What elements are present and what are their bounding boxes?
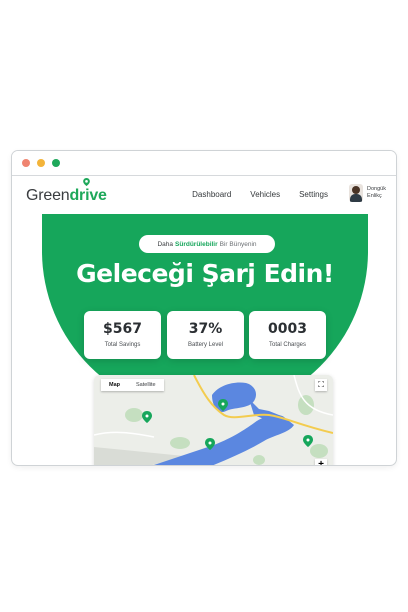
nav-settings[interactable]: Settings	[299, 190, 328, 199]
nav-dashboard[interactable]: Dashboard	[192, 190, 231, 199]
stat-value: 37%	[188, 321, 223, 337]
close-dot[interactable]	[22, 159, 30, 167]
stat-label: Battery Level	[187, 342, 224, 348]
minimize-dot[interactable]	[37, 159, 45, 167]
user-menu[interactable]: Dongük Enlikç	[349, 184, 386, 202]
logo[interactable]: Green drive	[26, 178, 107, 205]
tagline-pill: Daha Sürdürülebilir Bir Bünyenin	[139, 235, 275, 253]
user-name: Dongük Enlikç	[367, 186, 386, 199]
maximize-dot[interactable]	[52, 159, 60, 167]
stat-value: 0003	[268, 321, 307, 337]
browser-window: Green drive Dashboard Vehicles Settings D…	[11, 150, 397, 466]
avatar	[349, 184, 364, 202]
stat-card-savings: $567 Total Savings	[84, 311, 161, 359]
fullscreen-icon[interactable]: ⛶	[315, 379, 327, 391]
window-chrome	[12, 151, 396, 176]
nav-vehicles[interactable]: Vehicles	[250, 190, 280, 199]
tab-satellite[interactable]: Satellite	[128, 379, 164, 391]
map-type-tabs: Map Satellite	[101, 379, 164, 391]
stat-card-charges: 0003 Total Charges	[249, 311, 326, 359]
logo-suffix: drive	[69, 187, 107, 204]
main-menu: Dashboard Vehicles Settings	[192, 190, 328, 199]
stat-label: Total Charges	[268, 342, 307, 348]
map-pin-icon	[83, 178, 91, 186]
stat-card-battery: 37% Battery Level	[167, 311, 244, 359]
hero-headline: Geleceği Şarj Edin!	[76, 259, 334, 288]
charging-map[interactable]: Map Satellite ⛶ +	[94, 375, 333, 465]
zoom-in-button[interactable]: +	[315, 459, 327, 465]
tab-map[interactable]: Map	[101, 379, 128, 391]
stat-label: Total Savings	[104, 342, 141, 348]
stat-value: $567	[103, 321, 142, 337]
top-nav: Green drive Dashboard Vehicles Settings D…	[12, 176, 396, 216]
